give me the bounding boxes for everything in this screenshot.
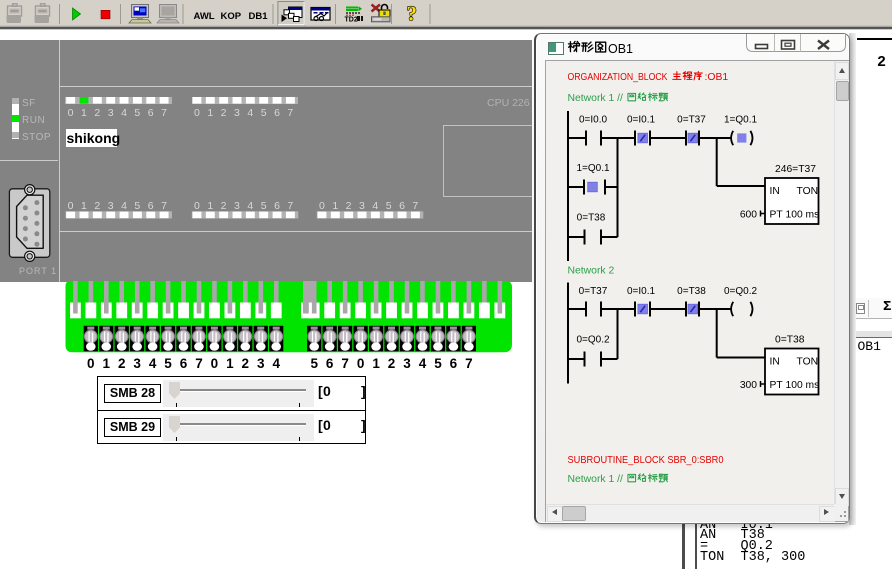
svg-text:0=I0.1: 0=I0.1 [627,286,656,297]
svg-text:2: 2 [242,356,250,371]
svg-text:300: 300 [740,380,757,391]
svg-text:0=Q0.2: 0=Q0.2 [576,335,610,346]
svg-text:6: 6 [148,200,154,212]
svg-text:1: 1 [332,200,338,212]
svg-text:TON: TON [797,357,819,368]
svg-text:5: 5 [386,200,392,212]
svg-text:Network 2: Network 2 [568,266,615,277]
svg-text:7: 7 [412,200,418,212]
svg-text:0=T37: 0=T37 [677,115,706,126]
svg-text:1: 1 [207,200,213,212]
svg-text:2: 2 [388,356,396,371]
svg-text:2: 2 [346,200,352,212]
svg-text:246=T37: 246=T37 [775,164,816,175]
svg-text:4: 4 [372,200,378,212]
svg-text:?: ? [407,2,418,26]
svg-text:7: 7 [195,356,203,371]
svg-text:Network 1 //: Network 1 // [568,93,624,104]
svg-text:4: 4 [247,107,253,119]
svg-text:2: 2 [221,107,227,119]
svg-text:0: 0 [319,200,325,212]
svg-text:IN: IN [770,186,780,197]
svg-text:0: 0 [194,107,200,119]
svg-text:3: 3 [403,356,411,371]
svg-text:7: 7 [287,107,293,119]
svg-text:0=T38: 0=T38 [677,286,706,297]
svg-text:7: 7 [341,356,349,371]
svg-text:100 ms: 100 ms [786,210,820,221]
svg-text:0: 0 [194,200,200,212]
svg-text:6: 6 [399,200,405,212]
svg-text:5: 5 [164,356,172,371]
svg-text:3: 3 [234,107,240,119]
svg-text:3: 3 [108,107,114,119]
svg-text:5: 5 [434,356,442,371]
svg-text:0=Q0.2: 0=Q0.2 [724,286,758,297]
svg-text:TD2: TD2 [345,17,358,24]
svg-text:PT: PT [770,210,784,221]
svg-text:3: 3 [359,200,365,212]
svg-text:1=Q0.1: 1=Q0.1 [576,163,610,174]
svg-text::OB1: :OB1 [705,72,729,83]
svg-text:4: 4 [149,356,157,371]
svg-text:2: 2 [221,200,227,212]
svg-text:3: 3 [133,356,141,371]
svg-text:1: 1 [81,107,87,119]
svg-text:0=I0.0: 0=I0.0 [579,115,608,126]
svg-text:6: 6 [274,107,280,119]
svg-text:ORGANIZATION_BLOCK: ORGANIZATION_BLOCK [568,72,668,83]
svg-text:6: 6 [148,107,154,119]
svg-text:1=Q0.1: 1=Q0.1 [724,115,758,126]
svg-text:600: 600 [740,210,757,221]
svg-text:6: 6 [450,356,458,371]
svg-text:IN: IN [770,357,780,368]
svg-text:3: 3 [257,356,265,371]
svg-text:5: 5 [134,200,140,212]
svg-text:1: 1 [226,356,234,371]
svg-text:PT: PT [770,380,784,391]
svg-text:4: 4 [272,356,280,371]
svg-text:KOP: KOP [221,11,242,22]
svg-text:4: 4 [121,200,127,212]
svg-text:SUBROUTINE_BLOCK SBR_0:SBR0: SUBROUTINE_BLOCK SBR_0:SBR0 [568,455,724,466]
svg-text:4: 4 [419,356,427,371]
svg-text:7: 7 [465,356,473,371]
svg-text:6: 6 [180,356,188,371]
svg-text:DB1: DB1 [249,11,269,22]
svg-text:1: 1 [81,200,87,212]
svg-text:3: 3 [234,200,240,212]
svg-text:4: 4 [121,107,127,119]
svg-text:7: 7 [161,107,167,119]
svg-text:4: 4 [247,200,253,212]
svg-text:7: 7 [287,200,293,212]
svg-text:0=I0.1: 0=I0.1 [627,115,656,126]
svg-text:3: 3 [108,200,114,212]
svg-text:6: 6 [274,200,280,212]
svg-text:AWL: AWL [194,11,215,22]
svg-text:0=T38: 0=T38 [775,335,805,346]
svg-text:0: 0 [68,107,74,119]
svg-text:0: 0 [211,356,219,371]
svg-text:100 ms: 100 ms [786,380,820,391]
svg-text:7: 7 [161,200,167,212]
svg-text:2: 2 [94,107,100,119]
svg-text:5: 5 [134,107,140,119]
svg-text:5: 5 [310,356,318,371]
svg-text:0: 0 [68,200,74,212]
svg-text:0: 0 [357,356,365,371]
svg-text:2: 2 [94,200,100,212]
svg-text:Network 1 //: Network 1 // [568,474,624,485]
svg-text:0: 0 [87,356,95,371]
svg-text:1: 1 [102,356,110,371]
svg-text:1: 1 [372,356,380,371]
svg-text:6: 6 [326,356,334,371]
svg-text:5: 5 [261,107,267,119]
svg-text:5: 5 [261,200,267,212]
svg-text:TON: TON [797,186,819,197]
svg-text:2: 2 [118,356,126,371]
svg-text:0=T38: 0=T38 [577,213,606,224]
svg-text:1: 1 [207,107,213,119]
svg-text:0=T37: 0=T37 [579,286,608,297]
